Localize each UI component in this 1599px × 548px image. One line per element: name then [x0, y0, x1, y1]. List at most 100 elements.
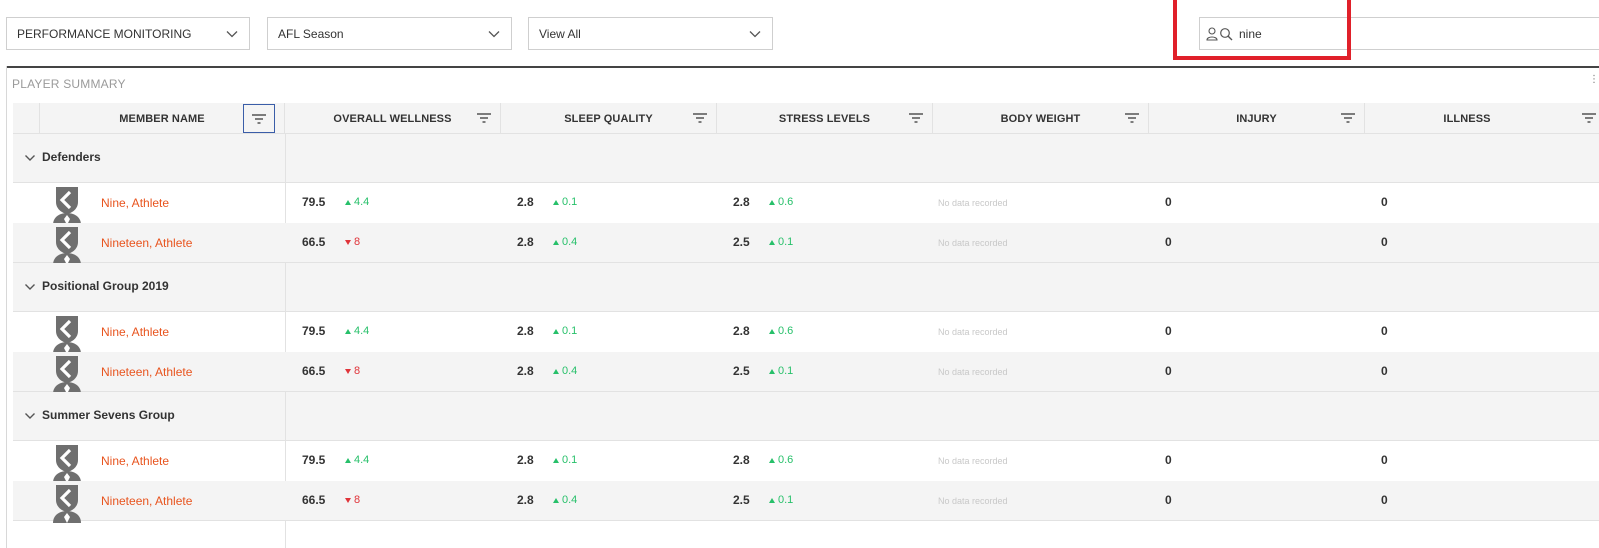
search-icons — [1206, 26, 1233, 41]
group-row[interactable]: Defenders — [13, 134, 1599, 183]
delta-value: 0.6 — [778, 325, 794, 337]
more-options-icon[interactable]: ⋮ — [1589, 74, 1599, 85]
filter-icon[interactable] — [908, 111, 924, 125]
table-row[interactable]: Nineteen, Athlete 66.5 8 2.8 0.4 2.5 0.1 No dat… — [13, 481, 1599, 523]
body-weight-value: No data recorded — [938, 496, 1008, 506]
overall-wellness-delta: 4.4 — [345, 196, 369, 208]
overall-wellness-value: 66.5 — [302, 235, 326, 249]
column-header-overall-wellness[interactable]: OVERALL WELLNESS — [285, 103, 501, 134]
group-divider — [285, 134, 286, 183]
chevron-down-icon[interactable] — [24, 152, 36, 164]
stress-levels-delta: 0.1 — [769, 236, 793, 248]
panel-left-border — [6, 66, 7, 548]
column-header-label: BODY WEIGHT — [1000, 112, 1081, 125]
chevron-down-icon[interactable] — [24, 410, 36, 422]
avatar-icon — [49, 314, 85, 354]
stress-levels-delta: 0.6 — [769, 325, 793, 337]
group-divider — [285, 392, 286, 441]
avatar-icon — [49, 354, 85, 394]
overall-wellness-delta: 8 — [345, 494, 360, 506]
avatar-icon — [49, 185, 85, 225]
view-select-value: View All — [539, 26, 581, 41]
trend-up-icon — [345, 328, 351, 334]
delta-value: 4.4 — [354, 196, 370, 208]
module-select-value: PERFORMANCE MONITORING — [17, 26, 192, 41]
panel-top-border — [6, 66, 1599, 68]
column-header-illness[interactable]: ILLNESS — [1365, 103, 1599, 134]
trend-down-icon — [345, 497, 351, 503]
member-name-link[interactable]: Nineteen, Athlete — [101, 236, 192, 250]
member-name-link[interactable]: Nineteen, Athlete — [101, 494, 192, 508]
stress-levels-delta: 0.1 — [769, 365, 793, 377]
avatar-icon — [49, 483, 85, 523]
trend-up-icon — [769, 239, 775, 245]
panel-title: PLAYER SUMMARY — [12, 77, 126, 91]
member-name-link[interactable]: Nine, Athlete — [101, 325, 169, 339]
avatar-icon — [49, 225, 85, 265]
user-icon — [1206, 26, 1218, 41]
filter-icon[interactable] — [1581, 111, 1597, 125]
column-header-member-name[interactable]: MEMBER NAME — [40, 103, 285, 134]
view-select[interactable]: View All — [528, 17, 773, 50]
table-row[interactable]: Nine, Athlete 79.5 4.4 2.8 0.1 2.8 0.6 No data … — [13, 441, 1599, 483]
column-header-body-weight[interactable]: BODY WEIGHT — [933, 103, 1149, 134]
member-name-link[interactable]: Nine, Athlete — [101, 196, 169, 210]
table-row[interactable]: Nine, Athlete 79.5 4.4 2.8 0.1 2.8 0.6 No data … — [13, 183, 1599, 225]
overall-wellness-delta: 8 — [345, 365, 360, 377]
filter-icon[interactable] — [476, 111, 492, 125]
delta-value: 0.4 — [562, 365, 578, 377]
delta-value: 0.6 — [778, 454, 794, 466]
delta-value: 0.1 — [778, 365, 794, 377]
table-row[interactable]: Nine, Athlete 79.5 4.4 2.8 0.1 2.8 0.6 No data … — [13, 312, 1599, 354]
stress-levels-delta: 0.1 — [769, 494, 793, 506]
column-header-label: MEMBER NAME — [119, 112, 205, 125]
injury-value: 0 — [1165, 195, 1172, 209]
group-divider — [285, 263, 286, 312]
filter-button-member-name[interactable] — [243, 104, 275, 133]
column-header-stress-levels[interactable]: STRESS LEVELS — [717, 103, 933, 134]
module-select[interactable]: PERFORMANCE MONITORING — [6, 17, 250, 50]
sleep-quality-delta: 0.1 — [553, 454, 577, 466]
group-row[interactable]: Summer Sevens Group — [13, 392, 1599, 441]
filter-icon[interactable] — [692, 111, 708, 125]
search-input[interactable] — [1239, 26, 1539, 41]
trend-up-icon — [345, 199, 351, 205]
group-label: Summer Sevens Group — [42, 408, 175, 422]
sleep-quality-value: 2.8 — [517, 364, 534, 378]
illness-value: 0 — [1381, 453, 1388, 467]
illness-value: 0 — [1381, 235, 1388, 249]
sleep-quality-value: 2.8 — [517, 453, 534, 467]
group-row[interactable]: Positional Group 2019 — [13, 263, 1599, 312]
column-header-sleep-quality[interactable]: SLEEP QUALITY — [501, 103, 717, 134]
stress-levels-delta: 0.6 — [769, 196, 793, 208]
stress-levels-delta: 0.6 — [769, 454, 793, 466]
member-name-link[interactable]: Nineteen, Athlete — [101, 365, 192, 379]
filter-icon[interactable] — [1124, 111, 1140, 125]
sleep-quality-value: 2.8 — [517, 195, 534, 209]
column-header-label: SLEEP QUALITY — [564, 112, 653, 125]
sleep-quality-delta: 0.1 — [553, 325, 577, 337]
trend-up-icon — [769, 497, 775, 503]
stress-levels-value: 2.5 — [733, 364, 750, 378]
sleep-quality-value: 2.8 — [517, 235, 534, 249]
column-header-injury[interactable]: INJURY — [1149, 103, 1365, 134]
sleep-quality-value: 2.8 — [517, 493, 534, 507]
table-row[interactable]: Nineteen, Athlete 66.5 8 2.8 0.4 2.5 0.1 No dat… — [13, 352, 1599, 394]
trend-up-icon — [553, 199, 559, 205]
delta-value: 4.4 — [354, 325, 370, 337]
season-select[interactable]: AFL Season — [267, 17, 512, 50]
stress-levels-value: 2.8 — [733, 324, 750, 338]
member-name-link[interactable]: Nine, Athlete — [101, 454, 169, 468]
member-search[interactable] — [1199, 17, 1599, 50]
trend-down-icon — [345, 239, 351, 245]
overall-wellness-value: 66.5 — [302, 493, 326, 507]
trend-up-icon — [553, 368, 559, 374]
table-row[interactable]: Nineteen, Athlete 66.5 8 2.8 0.4 2.5 0.1 No dat… — [13, 223, 1599, 265]
overall-wellness-delta: 4.4 — [345, 325, 369, 337]
overall-wellness-delta: 8 — [345, 236, 360, 248]
column-header-label: ILLNESS — [1443, 112, 1491, 125]
chevron-down-icon[interactable] — [24, 281, 36, 293]
search-icon — [1220, 27, 1233, 40]
body-weight-value: No data recorded — [938, 456, 1008, 466]
filter-icon[interactable] — [1340, 111, 1356, 125]
